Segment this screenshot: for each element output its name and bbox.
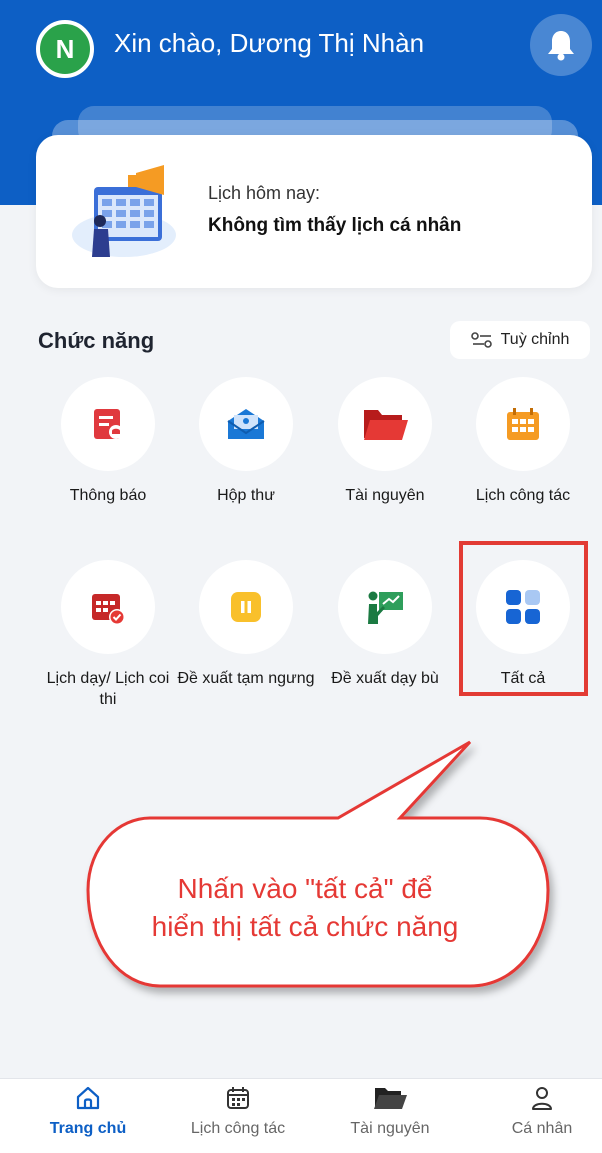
bell-icon bbox=[548, 31, 574, 61]
teacher-board-icon bbox=[368, 591, 403, 624]
person-icon bbox=[532, 1087, 552, 1110]
mail-icon bbox=[227, 409, 265, 439]
customize-button[interactable]: Tuỳ chỉnh bbox=[450, 321, 590, 359]
calendar-grid-icon bbox=[507, 408, 539, 440]
avatar[interactable]: N bbox=[36, 20, 94, 78]
callout-text: Nhấn vào "tất cả" để hiển thị tất cả chứ… bbox=[90, 870, 520, 946]
schedule-illustration bbox=[72, 165, 176, 257]
function-label: Đề xuất tạm ngưng bbox=[177, 670, 315, 687]
greeting-text: Xin chào, Dương Thị Nhàn bbox=[114, 28, 425, 58]
nav-label: Tài nguyên bbox=[350, 1120, 430, 1137]
home-icon bbox=[76, 1086, 100, 1110]
callout-line-1: Nhấn vào "tất cả" để bbox=[177, 873, 433, 904]
today-schedule-card[interactable]: Lịch hôm nay: Không tìm thấy lịch cá nhâ… bbox=[36, 135, 592, 288]
function-resources[interactable]: Tài nguyên bbox=[315, 377, 455, 506]
function-label: Lịch công tác bbox=[475, 487, 571, 504]
nav-label: Lịch công tác bbox=[190, 1120, 286, 1137]
function-suspend-request[interactable]: Đề xuất tạm ngưng bbox=[176, 560, 316, 689]
function-mailbox-circle bbox=[199, 377, 293, 471]
function-label: Lịch dạy/ Lịch coi thi bbox=[46, 670, 170, 708]
callout-line-2: hiển thị tất cả chức năng bbox=[151, 911, 459, 942]
nav-profile[interactable]: Cá nhân bbox=[472, 1085, 602, 1138]
function-resources-circle bbox=[338, 377, 432, 471]
customize-label: Tuỳ chỉnh bbox=[500, 331, 570, 348]
function-work-schedule[interactable]: Lịch công tác bbox=[453, 377, 593, 506]
pause-icon bbox=[231, 592, 261, 622]
function-mailbox[interactable]: Hộp thư bbox=[176, 377, 316, 506]
nav-label: Cá nhân bbox=[511, 1120, 573, 1137]
functions-title: Chức năng bbox=[38, 328, 155, 353]
bottom-nav: Trang chủ Lịch công tác Tài nguyên Cá nh… bbox=[0, 1078, 602, 1153]
folder-icon bbox=[364, 410, 408, 440]
folder-icon bbox=[374, 1088, 407, 1109]
calendar-icon bbox=[227, 1087, 249, 1109]
function-teaching-schedule-circle bbox=[61, 560, 155, 654]
nav-resources[interactable]: Tài nguyên bbox=[320, 1085, 460, 1138]
function-teaching-schedule[interactable]: Lịch dạy/ Lịch coi thi bbox=[38, 560, 178, 710]
function-notifications[interactable]: Thông báo bbox=[38, 377, 178, 506]
nav-home[interactable]: Trang chủ bbox=[18, 1085, 158, 1138]
function-suspend-request-circle bbox=[199, 560, 293, 654]
function-makeup-request[interactable]: Đề xuất dạy bù bbox=[315, 560, 455, 689]
nav-work-schedule[interactable]: Lịch công tác bbox=[168, 1085, 308, 1138]
function-notifications-circle bbox=[61, 377, 155, 471]
settings-sliders-icon bbox=[470, 332, 492, 348]
notification-button[interactable] bbox=[530, 14, 592, 76]
function-makeup-request-circle bbox=[338, 560, 432, 654]
function-label: Đề xuất dạy bù bbox=[331, 670, 439, 687]
calendar-check-icon bbox=[92, 594, 125, 625]
nav-label: Trang chủ bbox=[49, 1120, 127, 1137]
function-label: Hộp thư bbox=[217, 487, 275, 504]
function-work-schedule-circle bbox=[476, 377, 570, 471]
highlight-box bbox=[459, 541, 588, 696]
notification-doc-icon bbox=[94, 409, 123, 439]
today-schedule-value: Không tìm thấy lịch cá nhân bbox=[208, 215, 462, 236]
function-label: Thông báo bbox=[69, 487, 147, 504]
function-label: Tài nguyên bbox=[345, 487, 425, 504]
today-schedule-label: Lịch hôm nay: bbox=[208, 183, 321, 203]
